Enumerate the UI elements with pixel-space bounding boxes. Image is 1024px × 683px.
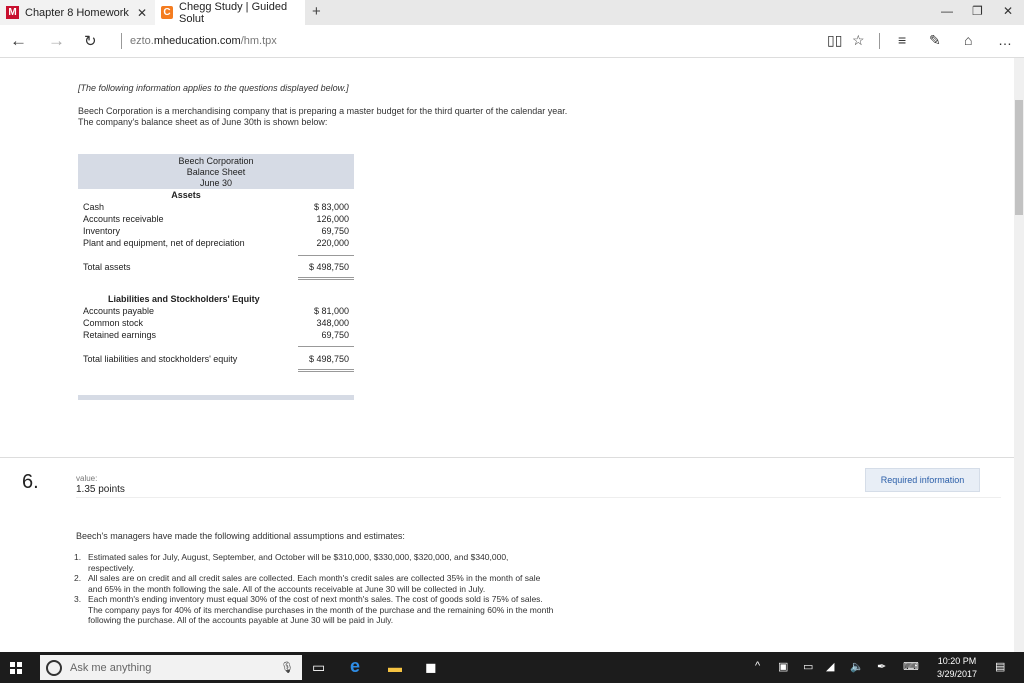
cortana-search-box[interactable]: Ask me anything 🎙 <box>40 655 302 680</box>
task-view-icon[interactable]: ▭ <box>312 659 325 676</box>
list-item: 3. Each month's ending inventory must equ… <box>74 594 554 625</box>
bs-row: Plant and equipment, net of depreciation… <box>83 238 349 248</box>
hub-icon[interactable]: ≡ <box>898 32 906 48</box>
share-icon[interactable]: ⌂ <box>964 32 972 48</box>
edge-icon[interactable]: e <box>350 656 360 677</box>
pen-icon[interactable]: ✒ <box>877 660 886 673</box>
taskbar: Ask me anything 🎙 ▭ e ▬ ◼ ^ ▣ ▭ ◢ 🔈 ✒ ⌨ … <box>0 652 1024 683</box>
favorite-star-icon[interactable]: ☆ <box>852 32 865 49</box>
web-note-icon[interactable]: ✎ <box>929 32 941 49</box>
minimize-icon[interactable]: — <box>941 4 953 18</box>
close-window-icon[interactable]: ✕ <box>1003 4 1013 18</box>
required-information-button[interactable]: Required information <box>865 468 980 492</box>
bs-row: Inventory 69,750 <box>83 226 349 236</box>
liabilities-heading: Liabilities and Stockholders' Equity <box>108 294 260 304</box>
bs-row: Common stock 348,000 <box>83 318 349 328</box>
bs-total-liabilities: Total liabilities and stockholders' equi… <box>83 354 349 364</box>
page-content: [The following information applies to th… <box>0 58 1014 652</box>
assumptions-list: 1. Estimated sales for July, August, Sept… <box>74 552 554 626</box>
tab-title: Chapter 8 Homework <box>25 6 129 19</box>
clock[interactable]: 10:20 PM 3/29/2017 <box>928 655 986 681</box>
company-paragraph: Beech Corporation is a merchandising com… <box>78 106 568 127</box>
mcgraw-hill-icon: M <box>6 6 19 19</box>
battery-icon[interactable]: ▭ <box>803 660 813 673</box>
balance-sheet-footer <box>78 395 354 400</box>
reading-view-icon[interactable]: ▯▯ <box>827 32 842 49</box>
bs-row: Retained earnings 69,750 <box>83 330 349 340</box>
list-item: 1. Estimated sales for July, August, Sept… <box>74 552 509 573</box>
scrollbar-thumb[interactable] <box>1015 100 1023 215</box>
bs-row: Cash $ 83,000 <box>83 202 349 212</box>
file-explorer-icon[interactable]: ▬ <box>388 659 402 675</box>
tab-bar: M Chapter 8 Homework ✕ C Chegg Study | G… <box>0 0 1024 25</box>
balance-sheet: Beech Corporation Balance Sheet June 30 … <box>78 154 354 400</box>
tab-chapter-8-homework[interactable]: M Chapter 8 Homework ✕ <box>0 0 155 25</box>
volume-icon[interactable]: 🔈 <box>850 660 864 673</box>
balance-sheet-header: Beech Corporation Balance Sheet June 30 <box>78 154 354 189</box>
more-icon[interactable]: … <box>998 32 1012 48</box>
restore-icon[interactable]: ❐ <box>972 4 983 18</box>
keyboard-icon[interactable]: ⌨ <box>903 660 919 673</box>
cortana-icon <box>46 659 62 676</box>
url-field[interactable]: ezto.mheducation.com/hm.tpx <box>130 35 277 47</box>
tab-chegg-study[interactable]: C Chegg Study | Guided Solut <box>155 0 305 25</box>
tab-title: Chegg Study | Guided Solut <box>179 0 288 25</box>
windows-start-icon[interactable] <box>10 662 22 674</box>
assumptions-heading: Beech's managers have made the following… <box>76 531 405 541</box>
store-icon[interactable]: ◼ <box>425 659 437 676</box>
notifications-icon[interactable]: ▤ <box>995 660 1005 673</box>
new-tab-button[interactable]: + <box>312 3 321 20</box>
address-bar: ← → ↻ ezto.mheducation.com/hm.tpx ▯▯ ☆ ≡… <box>0 25 1024 58</box>
list-item: 2. All sales are on credit and all credit… <box>74 573 541 594</box>
microphone-icon[interactable]: 🎙 <box>280 661 294 674</box>
assets-heading: Assets <box>171 190 201 200</box>
bs-total-assets: Total assets $ 498,750 <box>83 262 349 272</box>
close-tab-icon[interactable]: ✕ <box>137 6 147 20</box>
points: 1.35 points <box>76 484 125 495</box>
back-icon[interactable]: ← <box>10 31 27 51</box>
chegg-icon: C <box>161 6 174 19</box>
question-number: 6. <box>22 471 39 493</box>
bs-row: Accounts payable $ 81,000 <box>83 306 349 316</box>
intro-text: [The following information applies to th… <box>78 83 349 93</box>
action-icon[interactable]: ▣ <box>778 660 788 673</box>
bs-row: Accounts receivable 126,000 <box>83 214 349 224</box>
wifi-icon[interactable]: ◢ <box>826 660 834 673</box>
show-hidden-icons-icon[interactable]: ^ <box>755 660 760 672</box>
refresh-icon[interactable]: ↻ <box>84 32 97 50</box>
forward-icon[interactable]: → <box>48 31 65 51</box>
value-label: value: <box>76 474 98 483</box>
